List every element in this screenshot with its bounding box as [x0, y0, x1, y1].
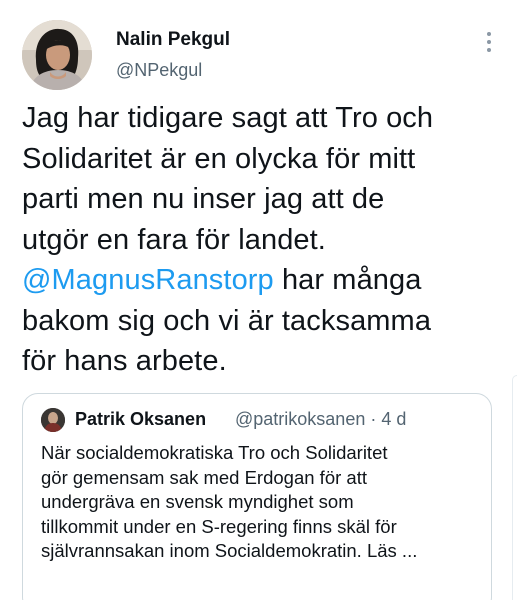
quoted-line: När socialdemokratiska Tro och Solidarit… — [41, 442, 388, 463]
quoted-tweet-text: När socialdemokratiska Tro och Solidarit… — [41, 441, 481, 564]
more-vertical-icon[interactable] — [480, 32, 498, 56]
author-handle[interactable]: @NPekgul — [116, 58, 230, 82]
tweet-line: bakom sig och vi är tacksamma — [22, 304, 432, 337]
quoted-handle[interactable]: @patrikoksanen — [235, 409, 365, 429]
tweet-line: för hans arbete. — [22, 345, 227, 377]
quoted-line: självrannsakan inom Socialdemokratin. Lä… — [41, 540, 418, 561]
tweet-line: parti men nu inser jag att de — [22, 183, 385, 215]
tweet-line: Jag har tidigare sagt att Tro och — [22, 102, 434, 134]
tweet-text: Jag har tidigare sagt att Tro och Solida… — [22, 98, 502, 382]
scrollbar-track[interactable] — [512, 375, 517, 600]
quoted-display-name[interactable]: Patrik Oksanen — [75, 409, 206, 430]
tweet-header: Nalin Pekgul @NPekgul — [22, 20, 502, 90]
tweet-line: Solidaritet är en olycka för mitt — [22, 142, 416, 175]
quoted-meta: @patrikoksanen · 4 d — [235, 409, 406, 430]
mention-link[interactable]: @MagnusRanstorp — [22, 264, 274, 296]
quoted-time: · 4 d — [370, 409, 407, 429]
avatar[interactable] — [22, 20, 92, 90]
quoted-avatar[interactable] — [41, 408, 65, 432]
tweet-line-rest: har många — [273, 264, 422, 296]
author-names: Nalin Pekgul @NPekgul — [116, 28, 230, 82]
quoted-line: gör gemensam sak med Erdogan för att — [41, 466, 367, 488]
tweet-line: @MagnusRanstorp har många — [22, 260, 502, 301]
tweet-page: Nalin Pekgul @NPekgul Jag har tidigare s… — [0, 0, 517, 600]
author-display-name[interactable]: Nalin Pekgul — [116, 28, 230, 52]
quoted-line: undergräva en svensk myndighet som — [41, 491, 354, 512]
tweet-line: utgör en fara för landet. — [22, 223, 326, 256]
quoted-tweet[interactable]: Patrik Oksanen @patrikoksanen · 4 d När … — [22, 393, 492, 600]
quoted-line: tillkommit under en S-regering finns skä… — [41, 515, 397, 537]
